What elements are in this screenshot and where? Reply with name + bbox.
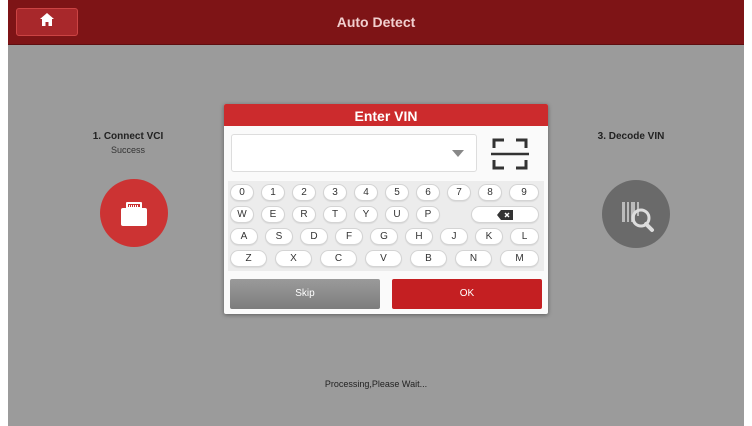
step-decode-title: 3. Decode VIN [597, 131, 665, 142]
key-b[interactable]: B [410, 250, 447, 267]
vci-connector-icon [100, 179, 168, 247]
dialog-title: Enter VIN [224, 104, 548, 126]
key-5[interactable]: 5 [385, 184, 409, 201]
key-p[interactable]: P [416, 206, 440, 223]
vin-keyboard: 0 1 2 3 4 5 6 7 8 9 W E R T Y U P A S D … [228, 181, 544, 271]
ok-button[interactable]: OK [392, 279, 542, 309]
key-4[interactable]: 4 [354, 184, 378, 201]
processing-status: Processing,Please Wait... [324, 379, 428, 389]
key-a[interactable]: A [230, 228, 258, 245]
barcode-search-icon [602, 180, 670, 248]
key-z[interactable]: Z [230, 250, 267, 267]
enter-vin-dialog: Enter VIN 0 1 2 3 4 5 6 7 8 9 W E R T Y … [224, 104, 548, 314]
key-s[interactable]: S [265, 228, 293, 245]
key-r[interactable]: R [292, 206, 316, 223]
vin-input[interactable] [240, 135, 444, 171]
key-3[interactable]: 3 [323, 184, 347, 201]
backspace-icon [497, 209, 513, 220]
key-m[interactable]: M [500, 250, 539, 267]
step-decode-vin: 3. Decode VIN [588, 131, 674, 142]
key-g[interactable]: G [370, 228, 398, 245]
page-title: Auto Detect [336, 14, 416, 30]
key-d[interactable]: D [300, 228, 328, 245]
key-h[interactable]: H [405, 228, 433, 245]
key-9[interactable]: 9 [509, 184, 539, 201]
step-connect-vci: 1. Connect VCI Success [88, 131, 168, 155]
step-connect-title: 1. Connect VCI [92, 131, 164, 142]
top-bar: Auto Detect [8, 0, 744, 45]
key-w[interactable]: W [230, 206, 254, 223]
key-8[interactable]: 8 [478, 184, 502, 201]
app-frame: Auto Detect 1. Connect VCI Success 3. De… [8, 0, 744, 426]
key-n[interactable]: N [455, 250, 492, 267]
key-j[interactable]: J [440, 228, 468, 245]
backspace-key[interactable] [471, 206, 539, 223]
key-6[interactable]: 6 [416, 184, 440, 201]
dialog-buttons: Skip OK [224, 278, 548, 314]
key-0[interactable]: 0 [230, 184, 254, 201]
key-k[interactable]: K [475, 228, 503, 245]
skip-button[interactable]: Skip [230, 279, 380, 309]
dropdown-arrow-icon[interactable] [452, 150, 464, 157]
key-x[interactable]: X [275, 250, 312, 267]
key-v[interactable]: V [365, 250, 402, 267]
key-f[interactable]: F [335, 228, 363, 245]
step-connect-status: Success [110, 145, 145, 155]
key-u[interactable]: U [385, 206, 409, 223]
key-l[interactable]: L [510, 228, 539, 245]
scan-icon[interactable] [490, 136, 530, 172]
key-7[interactable]: 7 [447, 184, 471, 201]
key-1[interactable]: 1 [261, 184, 285, 201]
key-y[interactable]: Y [354, 206, 378, 223]
key-c[interactable]: C [320, 250, 357, 267]
key-2[interactable]: 2 [292, 184, 316, 201]
vin-field[interactable] [231, 134, 477, 172]
key-e[interactable]: E [261, 206, 285, 223]
key-t[interactable]: T [323, 206, 347, 223]
